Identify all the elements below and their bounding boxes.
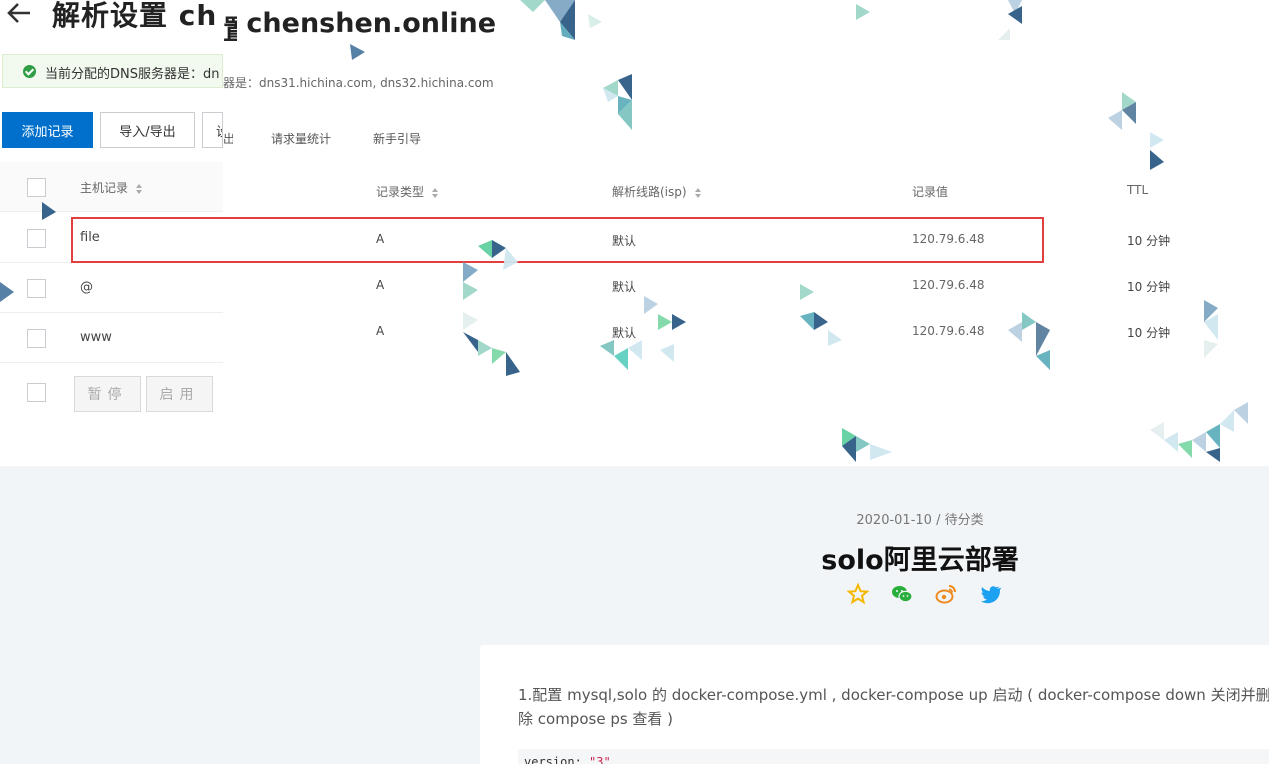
tab-request-stats[interactable]: 请求量统计 <box>271 130 331 147</box>
cell-ttl: 10 分钟 <box>1127 326 1171 340</box>
post-cover-banner: 解析设置 ch 置 chenshen.online 当前分配的DNS服务器是：d… <box>0 0 1269 466</box>
highlighted-record-outline <box>71 217 1044 263</box>
row-checkbox[interactable] <box>27 329 46 348</box>
cell-line: 默认 <box>612 326 637 340</box>
dns-servers-text: 器是：dns31.hichina.com, dns32.hichina.com <box>223 76 494 90</box>
notice-text: 当前分配的DNS服务器是：dn <box>45 67 220 82</box>
dns-server-notice: 当前分配的DNS服务器是：dn <box>2 54 223 88</box>
article-section: 2020-01-10 / 待分类 solo阿里云部署 1.配置 mysql,so… <box>0 466 1269 764</box>
add-record-button[interactable]: 添加记录 <box>2 112 93 148</box>
table-row: www <box>0 313 223 363</box>
header-host[interactable]: 主机记录 <box>80 179 144 196</box>
code-block: version: "3" <box>518 749 1269 764</box>
table-row: @ <box>0 263 223 313</box>
title-glyph-fragment: 置 <box>223 15 237 46</box>
wechat-icon[interactable] <box>891 583 913 605</box>
post-meta: 2020-01-10 / 待分类 <box>0 509 1269 528</box>
code-key: version: <box>524 755 590 764</box>
cell-host: @ <box>80 280 93 295</box>
pause-button[interactable]: 暂停 <box>74 376 141 412</box>
header-type[interactable]: 记录类型 <box>376 183 440 200</box>
post-title: solo阿里云部署 <box>821 545 1019 576</box>
cell-host: www <box>80 330 112 345</box>
cell-type: A <box>376 278 385 292</box>
post-category-link[interactable]: 待分类 <box>945 513 984 528</box>
post-paragraph: 1.配置 mysql,solo 的 docker-compose.yml , d… <box>518 686 1269 728</box>
table-header-row: 主机记录 <box>0 162 223 212</box>
cell-value: 120.79.6.48 <box>912 278 985 292</box>
cell-line: 默认 <box>612 280 637 294</box>
sort-icon <box>694 187 703 198</box>
post-content-card: 1.配置 mysql,solo 的 docker-compose.yml , d… <box>480 645 1269 764</box>
meta-separator: / <box>936 513 941 528</box>
tab-beginner-guide[interactable]: 新手引导 <box>373 130 421 147</box>
page-root: 解析设置 ch 置 chenshen.online 当前分配的DNS服务器是：d… <box>0 0 1269 764</box>
enable-button[interactable]: 启用 <box>146 376 213 412</box>
dns-page-title-domain: 置 chenshen.online <box>223 8 497 46</box>
row-checkbox[interactable] <box>27 229 46 248</box>
header-ttl: TTL <box>1127 183 1149 197</box>
cell-ttl: 10 分钟 <box>1127 280 1171 294</box>
row-checkbox[interactable] <box>27 279 46 298</box>
star-icon[interactable] <box>847 583 869 605</box>
cell-value: 120.79.6.48 <box>912 324 985 338</box>
cell-ttl: 10 分钟 <box>1127 234 1171 248</box>
header-value: 记录值 <box>912 185 949 199</box>
code-string: "3" <box>589 755 611 764</box>
check-circle-icon <box>23 65 36 78</box>
post-date: 2020-01-10 <box>856 513 932 528</box>
weibo-icon[interactable] <box>935 583 957 605</box>
select-all-checkbox[interactable] <box>27 178 46 197</box>
tab-export-fragment[interactable]: 出 <box>223 130 233 147</box>
cell-type: A <box>376 324 385 338</box>
footer-checkbox[interactable] <box>27 383 46 402</box>
sort-icon <box>432 187 440 198</box>
twitter-icon[interactable] <box>980 583 1002 605</box>
settings-button[interactable]: 设 <box>202 112 223 148</box>
header-line[interactable]: 解析线路(isp) <box>612 183 703 200</box>
sort-icon <box>136 183 144 194</box>
import-export-button[interactable]: 导入/导出 <box>100 112 195 148</box>
dns-page-title-left: 解析设置 ch <box>52 0 218 32</box>
